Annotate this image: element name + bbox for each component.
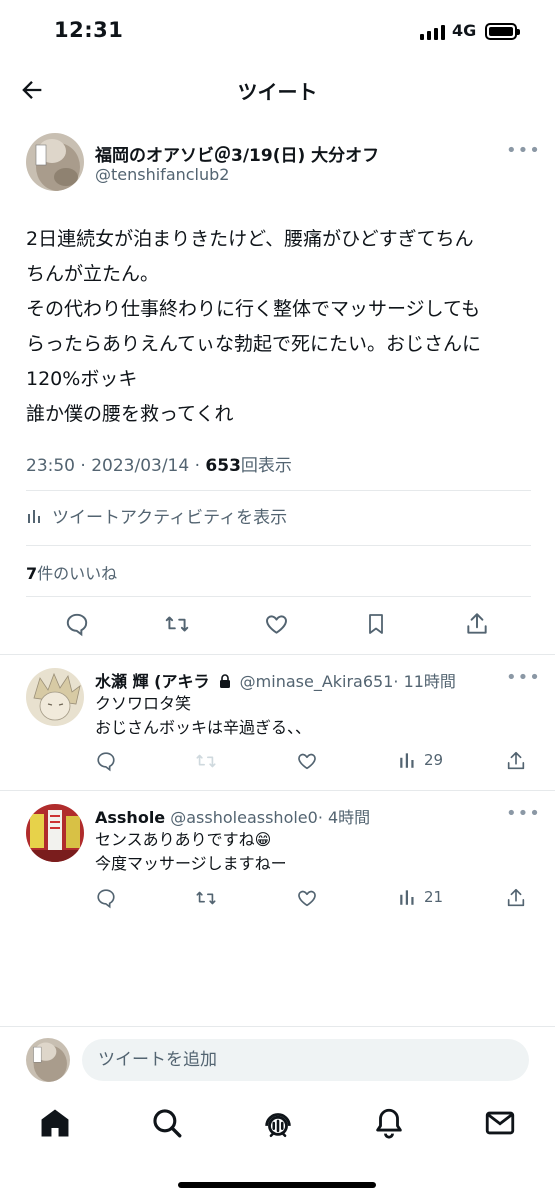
- retweet-icon[interactable]: [163, 611, 191, 637]
- reply-line: おじさんボッキは辛過ぎる、、: [95, 718, 312, 737]
- more-options-icon[interactable]: •••: [506, 140, 541, 161]
- tweet-line: 2日連続女が泊まりきたけど、腰痛がひどすぎてちん: [26, 228, 474, 250]
- divider: [0, 790, 555, 791]
- divider: [26, 596, 531, 597]
- activity-label: ツイートアクティビティを表示: [52, 508, 288, 528]
- reply-icon[interactable]: [95, 887, 117, 909]
- tweet-line: その代わり仕事終わりに行く整体でマッサージしても: [26, 298, 481, 320]
- like-icon[interactable]: [263, 611, 290, 637]
- status-time: 12:31: [54, 18, 124, 42]
- share-icon[interactable]: [464, 611, 490, 637]
- tweet-timestamp: 23:50 · 2023/03/14 ·: [26, 456, 206, 476]
- views-count: 653: [205, 456, 241, 476]
- author-avatar[interactable]: [26, 133, 84, 191]
- more-options-icon[interactable]: •••: [506, 667, 541, 688]
- share-icon[interactable]: [505, 887, 527, 909]
- divider: [0, 1026, 555, 1027]
- reply-icon[interactable]: [95, 750, 117, 772]
- reply-author-name[interactable]: 水瀬 輝 (アキラ: [95, 672, 209, 691]
- likes-label: 件のいいね: [37, 564, 118, 583]
- reply-time: · 11時間: [393, 672, 456, 691]
- tweet-line: 120%ボッキ: [26, 368, 138, 390]
- divider: [26, 545, 531, 546]
- status-bar: 12:31 4G: [0, 0, 555, 62]
- bookmark-icon[interactable]: [364, 611, 388, 637]
- reply-author-handle[interactable]: @assholeasshole0: [170, 808, 318, 827]
- like-icon[interactable]: [296, 750, 318, 772]
- reply-time: · 4時間: [317, 808, 371, 827]
- notifications-icon[interactable]: [372, 1106, 406, 1140]
- reply-text: センスありありですね😁 今度マッサージしますねー: [95, 828, 287, 876]
- home-icon[interactable]: [38, 1106, 72, 1140]
- share-icon[interactable]: [505, 750, 527, 772]
- reply-header: Asshole @assholeasshole0· 4時間: [95, 804, 370, 828]
- reply-compose-input[interactable]: [82, 1039, 529, 1081]
- spaces-icon[interactable]: [261, 1106, 295, 1140]
- divider: [0, 654, 555, 655]
- reply-icon[interactable]: [64, 611, 90, 637]
- author-name[interactable]: 福岡のオアソビ＠3/19(日) 大分オフ: [95, 141, 379, 166]
- like-icon[interactable]: [296, 887, 318, 909]
- views-label: 回表示: [240, 456, 292, 476]
- tweet-activity-link[interactable]: ツイートアクティビティを表示: [26, 503, 287, 528]
- top-bar: ツイート: [0, 62, 555, 118]
- battery-icon: [485, 23, 520, 40]
- user-avatar[interactable]: [26, 1038, 70, 1082]
- tweet-line: らったらありえんてぃな勃起で死にたい。おじさんに: [26, 333, 482, 355]
- signal-icon: [420, 24, 445, 40]
- reply-avatar[interactable]: [26, 804, 84, 862]
- reply-author-handle[interactable]: @minase_Akira651: [240, 672, 394, 691]
- reply-line: 今度マッサージしますねー: [95, 854, 287, 873]
- reply-text: クソワロタ笑 おじさんボッキは辛過ぎる、、: [95, 692, 311, 740]
- page-title: ツイート: [237, 80, 318, 104]
- tweet-line: ちんが立たん。: [26, 263, 160, 285]
- network-type: 4G: [452, 21, 477, 40]
- likes-count: 7: [26, 564, 38, 583]
- retweet-icon[interactable]: [195, 887, 217, 909]
- reply-line: センスありありですね😁: [95, 830, 272, 849]
- reply-views[interactable]: 29: [398, 750, 443, 770]
- divider: [26, 490, 531, 491]
- search-icon[interactable]: [150, 1106, 184, 1140]
- messages-icon[interactable]: [483, 1106, 517, 1140]
- more-options-icon[interactable]: •••: [506, 803, 541, 824]
- analytics-icon: [28, 509, 40, 523]
- lock-icon: [219, 674, 230, 688]
- home-indicator: [178, 1182, 376, 1188]
- tweet-meta: 23:50 · 2023/03/14 · 653回表示: [26, 451, 292, 476]
- views-count: 21: [424, 888, 444, 906]
- analytics-icon: [400, 890, 414, 905]
- reply-views[interactable]: 21: [398, 887, 443, 907]
- tweet-line: 誰か僕の腰を救ってくれ: [26, 403, 234, 425]
- author-handle[interactable]: @tenshifanclub2: [95, 165, 229, 184]
- analytics-icon: [400, 753, 414, 768]
- reply-header: 水瀬 輝 (アキラ @minase_Akira651· 11時間: [95, 668, 456, 692]
- retweet-icon: [196, 754, 216, 768]
- reply-author-name[interactable]: Asshole: [95, 808, 165, 827]
- tweet-text: 2日連続女が泊まりきたけど、腰痛がひどすぎてちん ちんが立たん。 その代わり仕事…: [26, 222, 531, 432]
- reply-avatar[interactable]: [26, 668, 84, 726]
- reply-line: クソワロタ笑: [95, 694, 192, 713]
- views-count: 29: [424, 751, 444, 769]
- likes-summary[interactable]: 7件のいいね: [26, 560, 117, 584]
